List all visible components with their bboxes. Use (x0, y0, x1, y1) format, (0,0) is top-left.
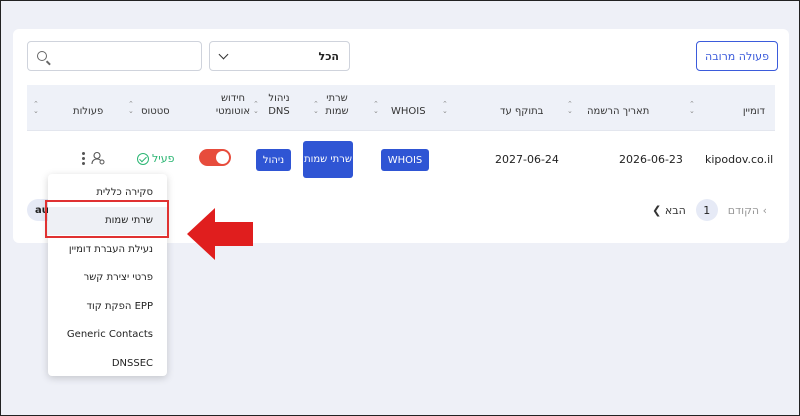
more-vertical-icon[interactable] (81, 152, 85, 165)
filter-select[interactable]: הכל (209, 41, 350, 71)
pagination-next[interactable]: ❮ הבא (652, 204, 686, 217)
search-icon (37, 51, 47, 61)
sort-icon[interactable]: ⌃ ⌄ (442, 101, 448, 115)
menu-item-transfer-lock[interactable]: נעילת העברת דומיין (48, 235, 167, 264)
user-settings-icon[interactable] (91, 151, 105, 165)
sort-icon[interactable]: ⌃ ⌄ (689, 101, 695, 115)
menu-item-generic-contacts[interactable]: Generic Contacts (48, 321, 167, 350)
menu-item-epp-code[interactable]: הפקת קוד EPP (48, 292, 167, 321)
pagination-prev[interactable]: הקודם ‹ (728, 204, 767, 217)
pagination-page[interactable]: 1 (695, 199, 718, 221)
whois-button[interactable]: WHOIS (381, 149, 429, 171)
search-box[interactable] (27, 41, 202, 71)
chevron-down-icon (218, 49, 229, 59)
dns-manage-button[interactable]: ניהול (256, 149, 291, 171)
th-valid-until[interactable]: בתוקף עד (500, 105, 543, 118)
sort-icon[interactable]: ⌃ ⌄ (313, 101, 319, 115)
sort-icon[interactable]: ⌃ ⌄ (33, 101, 39, 115)
menu-item-dnssec[interactable]: DNSSEC (48, 349, 167, 378)
th-reg-date[interactable]: תאריך הרשמה (587, 105, 649, 118)
cell-valid-until: 2027-06-24 (495, 153, 559, 166)
th-whois[interactable]: WHOIS (391, 105, 426, 118)
cell-domain[interactable]: kipodov.co.il (705, 153, 773, 166)
th-domain[interactable]: דומיין (743, 105, 765, 118)
sort-icon[interactable]: ⌃ ⌄ (128, 101, 134, 115)
filter-value: הכל (318, 49, 339, 63)
th-auto-renew[interactable]: חידוש אוטומטי (213, 92, 253, 118)
sort-icon[interactable]: ⌃ ⌄ (373, 101, 379, 115)
sort-icon[interactable]: ⌃ ⌄ (567, 101, 573, 115)
name-servers-button[interactable]: שרתי שמות (303, 141, 353, 178)
th-name-servers[interactable]: שרתי שמות (323, 92, 351, 118)
check-circle-icon (137, 152, 149, 165)
sort-icon[interactable]: ⌃ ⌄ (253, 101, 259, 115)
status-badge: פעיל (137, 152, 174, 165)
menu-item-contacts[interactable]: פרטי יצירת קשר (48, 264, 167, 293)
th-status[interactable]: סטטוס (141, 105, 170, 118)
highlight-box (45, 200, 169, 238)
table-header: דומיין ⌃ ⌄ תאריך הרשמה ⌃ ⌄ בתוקף עד ⌃ ⌄ WHO… (27, 85, 775, 131)
pointer-arrow-icon (187, 208, 253, 260)
th-dns-mgmt[interactable]: ניהול DNS (263, 92, 295, 118)
status-text: פעיל (152, 152, 175, 165)
search-input[interactable] (54, 46, 194, 66)
cell-reg-date: 2026-06-23 (619, 153, 683, 166)
pagination: ❮ הבא 1 הקודם ‹ (652, 199, 767, 221)
bulk-action-button[interactable]: פעולה מרובה (696, 41, 778, 71)
th-actions[interactable]: פעולות (73, 105, 103, 118)
auto-renew-toggle[interactable] (199, 149, 231, 166)
